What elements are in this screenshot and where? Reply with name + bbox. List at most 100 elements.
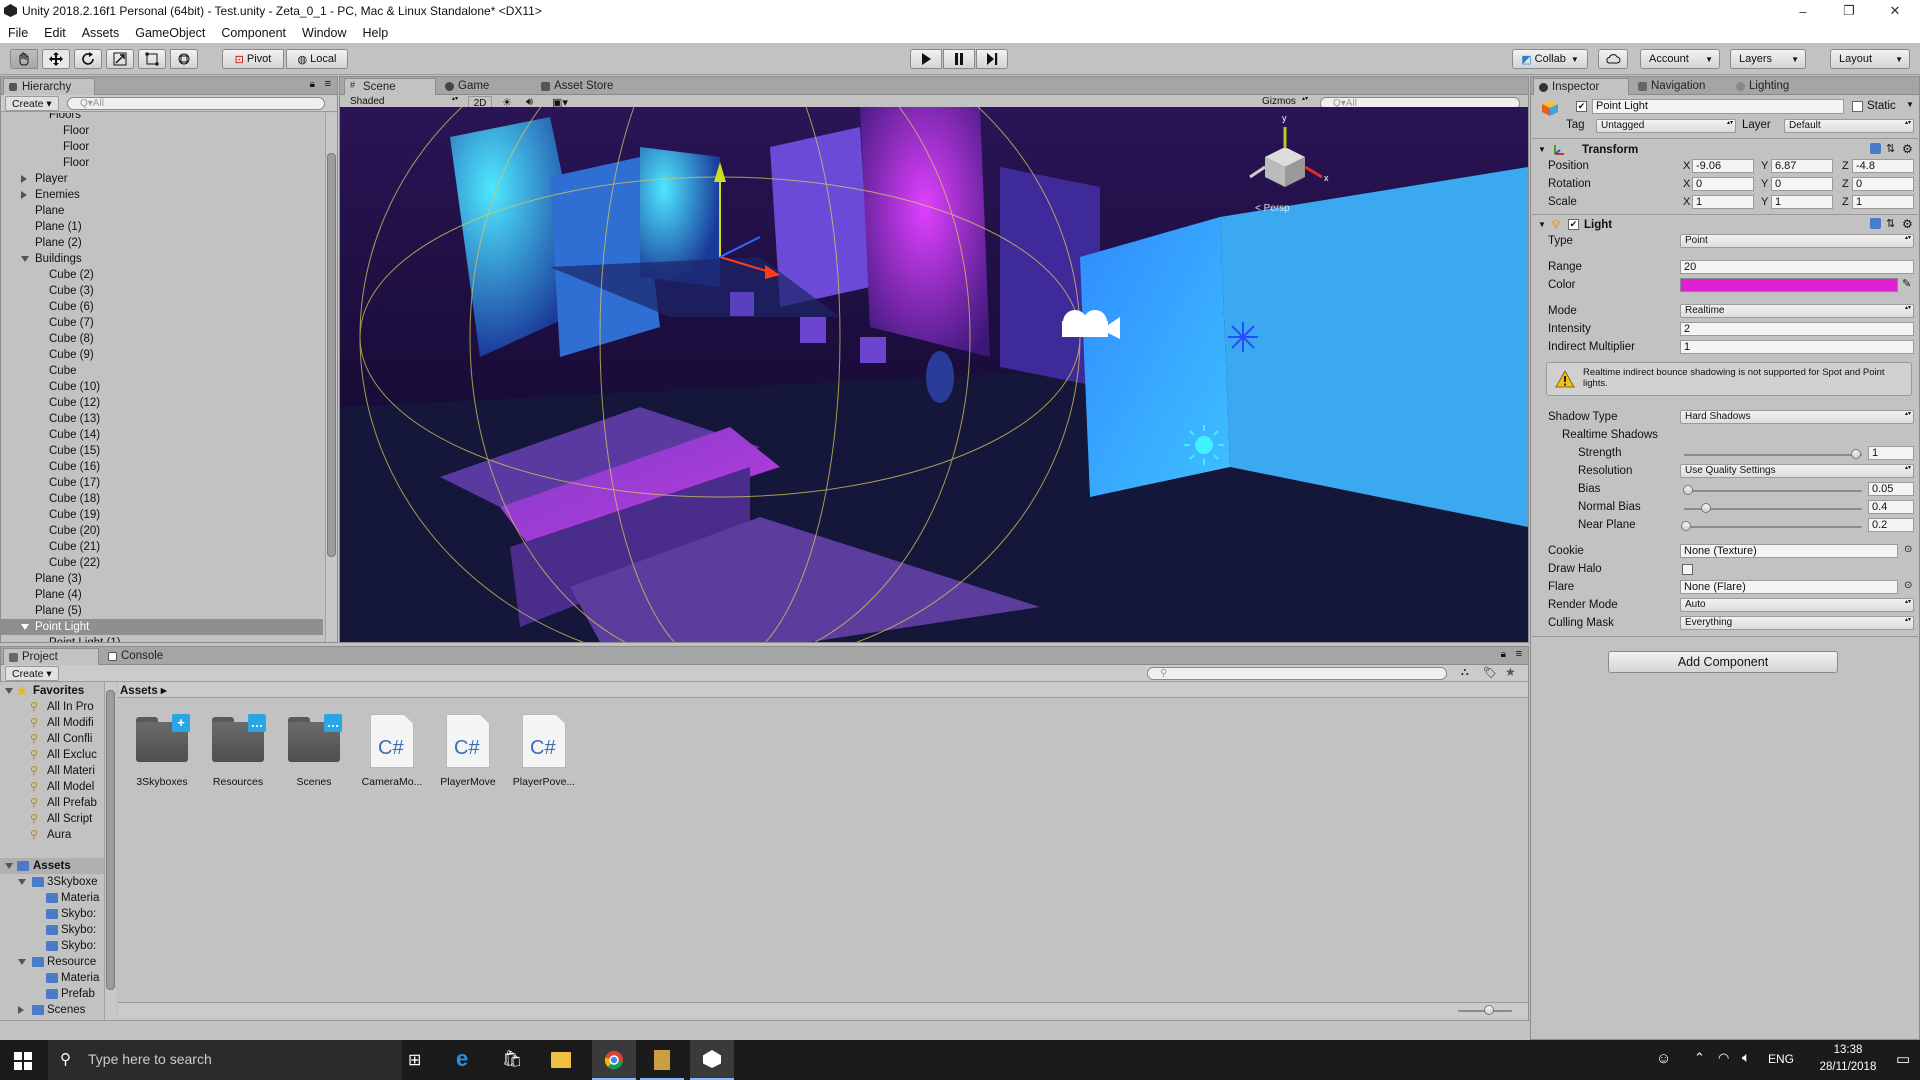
hierarchy-item[interactable]: Cube (16) <box>1 459 323 475</box>
asset-script-playermove[interactable]: C# <box>446 714 490 768</box>
normal-bias-field[interactable]: 0.4 <box>1868 500 1914 514</box>
asset-tree-item[interactable]: Materia <box>0 890 105 906</box>
chrome-taskbar-button[interactable] <box>592 1040 636 1080</box>
collab-dropdown[interactable]: ◩ Collab ▼ <box>1512 49 1588 69</box>
light-enabled-checkbox[interactable]: ✔ <box>1568 219 1579 230</box>
hierarchy-item[interactable]: Plane (1) <box>1 219 323 235</box>
panel-menu-icon[interactable]: ≡ <box>1516 648 1522 660</box>
minimize-button[interactable]: – <box>1780 0 1826 22</box>
hierarchy-item[interactable]: Floors <box>1 113 323 123</box>
collapse-arrow-icon[interactable] <box>21 256 29 262</box>
hand-tool-icon[interactable] <box>10 49 38 69</box>
tab-asset-store[interactable]: Asset Store <box>536 78 646 95</box>
favorite-item[interactable]: ⚲ All In Pro <box>0 699 105 715</box>
local-toggle[interactable]: ◍ Local <box>286 49 348 69</box>
tab-project[interactable]: Project <box>3 648 99 665</box>
step-button[interactable] <box>976 49 1008 69</box>
intensity-field[interactable]: 2 <box>1680 322 1914 336</box>
asset-script-playerpove[interactable]: C# <box>522 714 566 768</box>
file-explorer-icon[interactable] <box>551 1052 571 1068</box>
favorite-item[interactable]: ⚲ All Prefab <box>0 795 105 811</box>
hierarchy-item[interactable]: Floor <box>1 139 323 155</box>
volume-icon[interactable]: 🔈︎ <box>1742 1049 1750 1066</box>
add-component-button[interactable]: Add Component <box>1608 651 1838 673</box>
assets-header[interactable]: Assets <box>0 858 105 874</box>
culling-mask-dropdown[interactable]: Everything <box>1680 616 1914 630</box>
indirect-multiplier-field[interactable]: 1 <box>1680 340 1914 354</box>
hierarchy-item[interactable]: Plane <box>1 203 323 219</box>
hierarchy-scrollbar[interactable] <box>325 113 337 642</box>
transform-header[interactable]: ▼ Transform ⇅ ⚙ <box>1532 142 1918 158</box>
tab-lighting[interactable]: Lighting <box>1731 78 1817 95</box>
favorite-item[interactable]: ⚲ All Excluc <box>0 747 105 763</box>
expand-arrow-icon[interactable] <box>21 191 27 199</box>
help-icon[interactable] <box>1870 143 1881 154</box>
hierarchy-search-input[interactable]: Q▾All <box>67 97 325 110</box>
hierarchy-item[interactable]: Cube (21) <box>1 539 323 555</box>
favorite-item[interactable]: ⚲ All Confli <box>0 731 105 747</box>
cloud-button[interactable] <box>1598 49 1628 69</box>
menu-component[interactable]: Component <box>213 26 294 40</box>
asset-tree-item[interactable]: Prefab <box>0 986 105 1002</box>
wifi-icon[interactable]: ◠ <box>1718 1050 1729 1066</box>
taskbar-search-input[interactable]: ⚲ Type here to search <box>48 1040 402 1080</box>
tab-navigation[interactable]: Navigation <box>1633 78 1729 95</box>
favorite-item[interactable]: ⚲ Aura <box>0 827 105 843</box>
menu-help[interactable]: Help <box>354 26 396 40</box>
favorite-item[interactable]: ⚲ All Model <box>0 779 105 795</box>
hierarchy-item[interactable]: Plane (2) <box>1 235 323 251</box>
icon-size-slider-knob[interactable] <box>1484 1005 1494 1015</box>
panel-menu-icon[interactable]: ≡ <box>325 78 331 90</box>
collapse-arrow-icon[interactable] <box>18 959 26 965</box>
object-picker-icon[interactable]: ⊙ <box>1904 580 1912 591</box>
light-header[interactable]: ▼ 💡︎ ✔ Light ⇅ ⚙ <box>1532 217 1918 233</box>
language-indicator[interactable]: ENG <box>1768 1052 1794 1066</box>
hierarchy-item[interactable]: Floor <box>1 155 323 171</box>
unity-taskbar-button[interactable] <box>690 1040 734 1080</box>
settings-gear-icon[interactable]: ⚙ <box>1902 141 1913 157</box>
hierarchy-item[interactable]: Cube (6) <box>1 299 323 315</box>
scale-y-field[interactable]: 1 <box>1771 195 1833 209</box>
scale-z-field[interactable]: 1 <box>1852 195 1914 209</box>
asset-tree-item[interactable]: Resource <box>0 954 105 970</box>
hierarchy-item[interactable]: Point Light <box>1 619 323 635</box>
hierarchy-item[interactable]: Cube (3) <box>1 283 323 299</box>
hierarchy-item[interactable]: Plane (5) <box>1 603 323 619</box>
mode-dropdown[interactable]: Realtime <box>1680 304 1914 318</box>
app-taskbar-button[interactable] <box>640 1040 684 1080</box>
static-checkbox[interactable] <box>1852 101 1863 112</box>
rotation-x-field[interactable]: 0 <box>1692 177 1754 191</box>
breadcrumb[interactable]: Assets ▸ <box>120 683 167 697</box>
play-button[interactable] <box>910 49 942 69</box>
favorite-item[interactable]: ⚲ All Modifi <box>0 715 105 731</box>
menu-edit[interactable]: Edit <box>36 26 74 40</box>
asset-folder-resources[interactable]: … <box>208 714 268 762</box>
strength-field[interactable]: 1 <box>1868 446 1914 460</box>
hierarchy-item[interactable]: Buildings <box>1 251 323 267</box>
hierarchy-item[interactable]: Cube (9) <box>1 347 323 363</box>
strength-slider-track[interactable] <box>1684 454 1862 456</box>
hierarchy-item[interactable]: Cube (17) <box>1 475 323 491</box>
object-name-field[interactable]: Point Light <box>1592 99 1844 114</box>
tab-scene[interactable]: # Scene <box>344 78 436 95</box>
hierarchy-item[interactable]: Cube (14) <box>1 427 323 443</box>
bias-field[interactable]: 0.05 <box>1868 482 1914 496</box>
tab-hierarchy[interactable]: Hierarchy <box>3 78 95 95</box>
hierarchy-item[interactable]: Enemies <box>1 187 323 203</box>
preset-icon[interactable]: ⇅ <box>1886 216 1895 232</box>
task-view-icon[interactable]: ⊞ <box>408 1050 421 1070</box>
collapse-arrow-icon[interactable] <box>5 863 13 869</box>
bias-slider-track[interactable] <box>1684 490 1862 492</box>
help-icon[interactable] <box>1870 218 1881 229</box>
hierarchy-item[interactable]: Cube (7) <box>1 315 323 331</box>
active-checkbox[interactable]: ✔ <box>1576 101 1587 112</box>
hierarchy-item[interactable]: Floor <box>1 123 323 139</box>
clock-time[interactable]: 13:38 <box>1816 1044 1880 1056</box>
pivot-toggle[interactable]: ⊡ Pivot <box>222 49 284 69</box>
menu-assets[interactable]: Assets <box>74 26 128 40</box>
tag-dropdown[interactable]: Untagged <box>1596 119 1736 133</box>
maximize-button[interactable]: ❐ <box>1826 0 1872 22</box>
draw-halo-checkbox[interactable] <box>1682 564 1693 575</box>
project-create-button[interactable]: Create ▾ <box>5 666 59 681</box>
hierarchy-item[interactable]: Cube (8) <box>1 331 323 347</box>
